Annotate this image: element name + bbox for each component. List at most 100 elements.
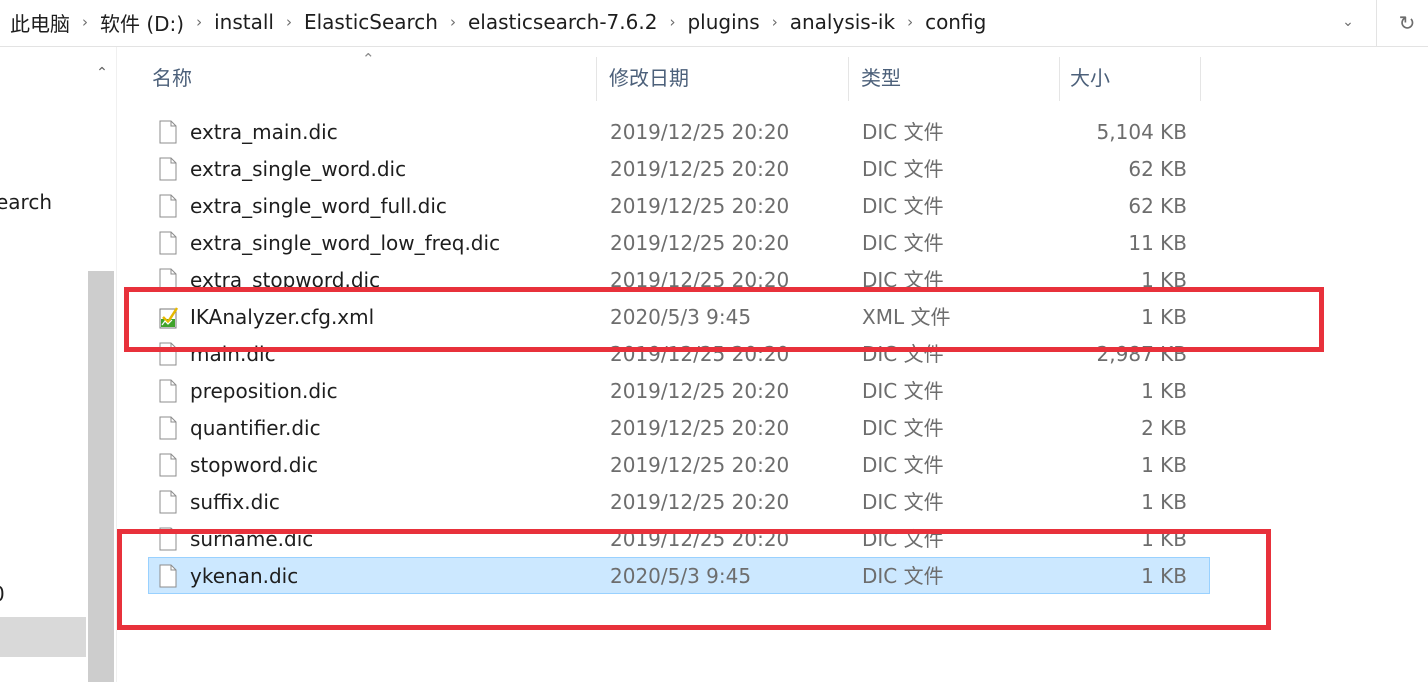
file-modified-date: 2019/12/25 20:20 <box>610 379 790 403</box>
file-size: 1 KB <box>1141 305 1187 329</box>
column-header-type[interactable]: 类型 <box>861 55 901 101</box>
file-name: extra_single_word_full.dic <box>190 194 447 218</box>
file-size: 62 KB <box>1128 157 1187 181</box>
file-row[interactable]: main.dic 2019/12/25 20:20 DIC 文件 2,987 KB <box>148 335 1210 372</box>
file-size: 2,987 KB <box>1096 342 1187 366</box>
chevron-right-icon[interactable]: › <box>661 13 683 31</box>
file-name: surname.dic <box>190 527 314 551</box>
file-modified-date: 2019/12/25 20:20 <box>610 416 790 440</box>
file-name: main.dic <box>190 342 276 366</box>
file-modified-date: 2019/12/25 20:20 <box>610 194 790 218</box>
file-row[interactable]: extra_single_word.dic 2019/12/25 20:20 DIC… <box>148 150 1210 187</box>
column-header-date[interactable]: 修改日期 <box>609 55 689 101</box>
file-modified-date: 2019/12/25 20:20 <box>610 120 790 144</box>
chevron-right-icon[interactable]: › <box>899 13 921 31</box>
file-row[interactable]: extra_stopword.dic 2019/12/25 20:20 DIC 文件… <box>148 261 1210 298</box>
chevron-right-icon[interactable]: › <box>74 13 96 31</box>
file-type: XML 文件 <box>862 305 951 329</box>
breadcrumb-config[interactable]: config <box>921 10 990 34</box>
file-row[interactable]: IKAnalyzer.cfg.xml 2020/5/3 9:45 XML 文件 1 K… <box>148 298 1210 335</box>
file-row[interactable]: ykenan.dic 2020/5/3 9:45 DIC 文件 1 KB <box>148 557 1210 594</box>
file-size: 1 KB <box>1141 527 1187 551</box>
file-size: 1 KB <box>1141 564 1187 588</box>
file-icon <box>159 490 177 514</box>
chevron-right-icon[interactable]: › <box>442 13 464 31</box>
file-icon <box>159 231 177 255</box>
file-icon <box>159 416 177 440</box>
nav-item-selected[interactable] <box>0 617 86 657</box>
address-bar[interactable]: 此电脑 › 软件 (D:) › install › ElasticSearch … <box>0 0 1428 47</box>
column-header-row: 名称 修改日期 类型 大小 <box>130 55 1201 101</box>
file-name: extra_single_word.dic <box>190 157 407 181</box>
file-modified-date: 2019/12/25 20:20 <box>610 157 790 181</box>
file-icon <box>159 120 177 144</box>
navigation-scrollbar-thumb[interactable] <box>88 271 114 682</box>
file-modified-date: 2019/12/25 20:20 <box>610 342 790 366</box>
file-type: DIC 文件 <box>862 342 944 366</box>
file-size: 11 KB <box>1128 231 1187 255</box>
file-row[interactable]: extra_single_word_full.dic 2019/12/25 20:… <box>148 187 1210 224</box>
breadcrumb-elasticsearch[interactable]: ElasticSearch <box>300 10 442 34</box>
file-row[interactable]: extra_single_word_low_freq.dic 2019/12/25… <box>148 224 1210 261</box>
column-header-size[interactable]: 大小 <box>1070 55 1110 101</box>
file-list: extra_main.dic 2019/12/25 20:20 DIC 文件 5,10… <box>130 113 1210 594</box>
file-name: preposition.dic <box>190 379 338 403</box>
file-row[interactable]: suffix.dic 2019/12/25 20:20 DIC 文件 1 KB <box>148 483 1210 520</box>
file-icon <box>159 157 177 181</box>
breadcrumb-drive-d[interactable]: 软件 (D:) <box>96 8 188 37</box>
sort-ascending-icon: ⌃ <box>362 50 375 68</box>
file-type: DIC 文件 <box>862 416 944 440</box>
file-row[interactable]: stopword.dic 2019/12/25 20:20 DIC 文件 1 KB <box>148 446 1210 483</box>
file-modified-date: 2019/12/25 20:20 <box>610 268 790 292</box>
file-modified-date: 2019/12/25 20:20 <box>610 231 790 255</box>
breadcrumb-this-pc[interactable]: 此电脑 <box>6 8 74 37</box>
column-header-name[interactable]: 名称 <box>152 55 192 101</box>
file-type: DIC 文件 <box>862 527 944 551</box>
xml-file-icon <box>159 305 179 329</box>
file-row[interactable]: surname.dic 2019/12/25 20:20 DIC 文件 1 KB <box>148 520 1210 557</box>
file-row[interactable]: quantifier.dic 2019/12/25 20:20 DIC 文件 2 KB <box>148 409 1210 446</box>
file-type: DIC 文件 <box>862 120 944 144</box>
file-row[interactable]: preposition.dic 2019/12/25 20:20 DIC 文件 1 K… <box>148 372 1210 409</box>
column-divider[interactable] <box>1059 57 1060 101</box>
file-type: DIC 文件 <box>862 453 944 477</box>
file-icon <box>159 342 177 366</box>
column-divider[interactable] <box>848 57 849 101</box>
nav-item-elasticsearch[interactable]: earch <box>0 190 52 214</box>
chevron-right-icon[interactable]: › <box>764 13 786 31</box>
file-type: DIC 文件 <box>862 194 944 218</box>
address-history-dropdown-icon[interactable]: ⌄ <box>1336 10 1360 34</box>
column-divider[interactable] <box>596 57 597 101</box>
address-bar-divider <box>1376 0 1377 46</box>
breadcrumb-install[interactable]: install <box>210 10 278 34</box>
refresh-icon[interactable]: ↻ <box>1394 10 1420 36</box>
file-name: stopword.dic <box>190 453 318 477</box>
file-modified-date: 2019/12/25 20:20 <box>610 490 790 514</box>
file-icon <box>159 379 177 403</box>
pane-divider <box>116 47 117 682</box>
file-row[interactable]: extra_main.dic 2019/12/25 20:20 DIC 文件 5,10… <box>148 113 1210 150</box>
scroll-up-icon[interactable]: ⌃ <box>90 61 114 85</box>
file-type: DIC 文件 <box>862 379 944 403</box>
file-type: DIC 文件 <box>862 268 944 292</box>
file-type: DIC 文件 <box>862 157 944 181</box>
file-name: extra_stopword.dic <box>190 268 381 292</box>
file-explorer-window: 此电脑 › 软件 (D:) › install › ElasticSearch … <box>0 0 1428 682</box>
file-type: DIC 文件 <box>862 231 944 255</box>
file-modified-date: 2019/12/25 20:20 <box>610 527 790 551</box>
file-modified-date: 2020/5/3 9:45 <box>610 564 752 588</box>
file-name: ykenan.dic <box>190 564 299 588</box>
chevron-right-icon[interactable]: › <box>278 13 300 31</box>
chevron-right-icon[interactable]: › <box>188 13 210 31</box>
breadcrumb-plugins[interactable]: plugins <box>683 10 763 34</box>
breadcrumb-elasticsearch-version[interactable]: elasticsearch-7.6.2 <box>464 10 661 34</box>
file-size: 2 KB <box>1141 416 1187 440</box>
column-divider[interactable] <box>1200 57 1201 101</box>
file-name: IKAnalyzer.cfg.xml <box>190 305 375 329</box>
nav-item-partial[interactable]: 0 <box>0 582 5 606</box>
file-name: extra_main.dic <box>190 120 338 144</box>
file-icon <box>159 453 177 477</box>
file-size: 1 KB <box>1141 379 1187 403</box>
file-type: DIC 文件 <box>862 490 944 514</box>
breadcrumb-analysis-ik[interactable]: analysis-ik <box>786 10 899 34</box>
